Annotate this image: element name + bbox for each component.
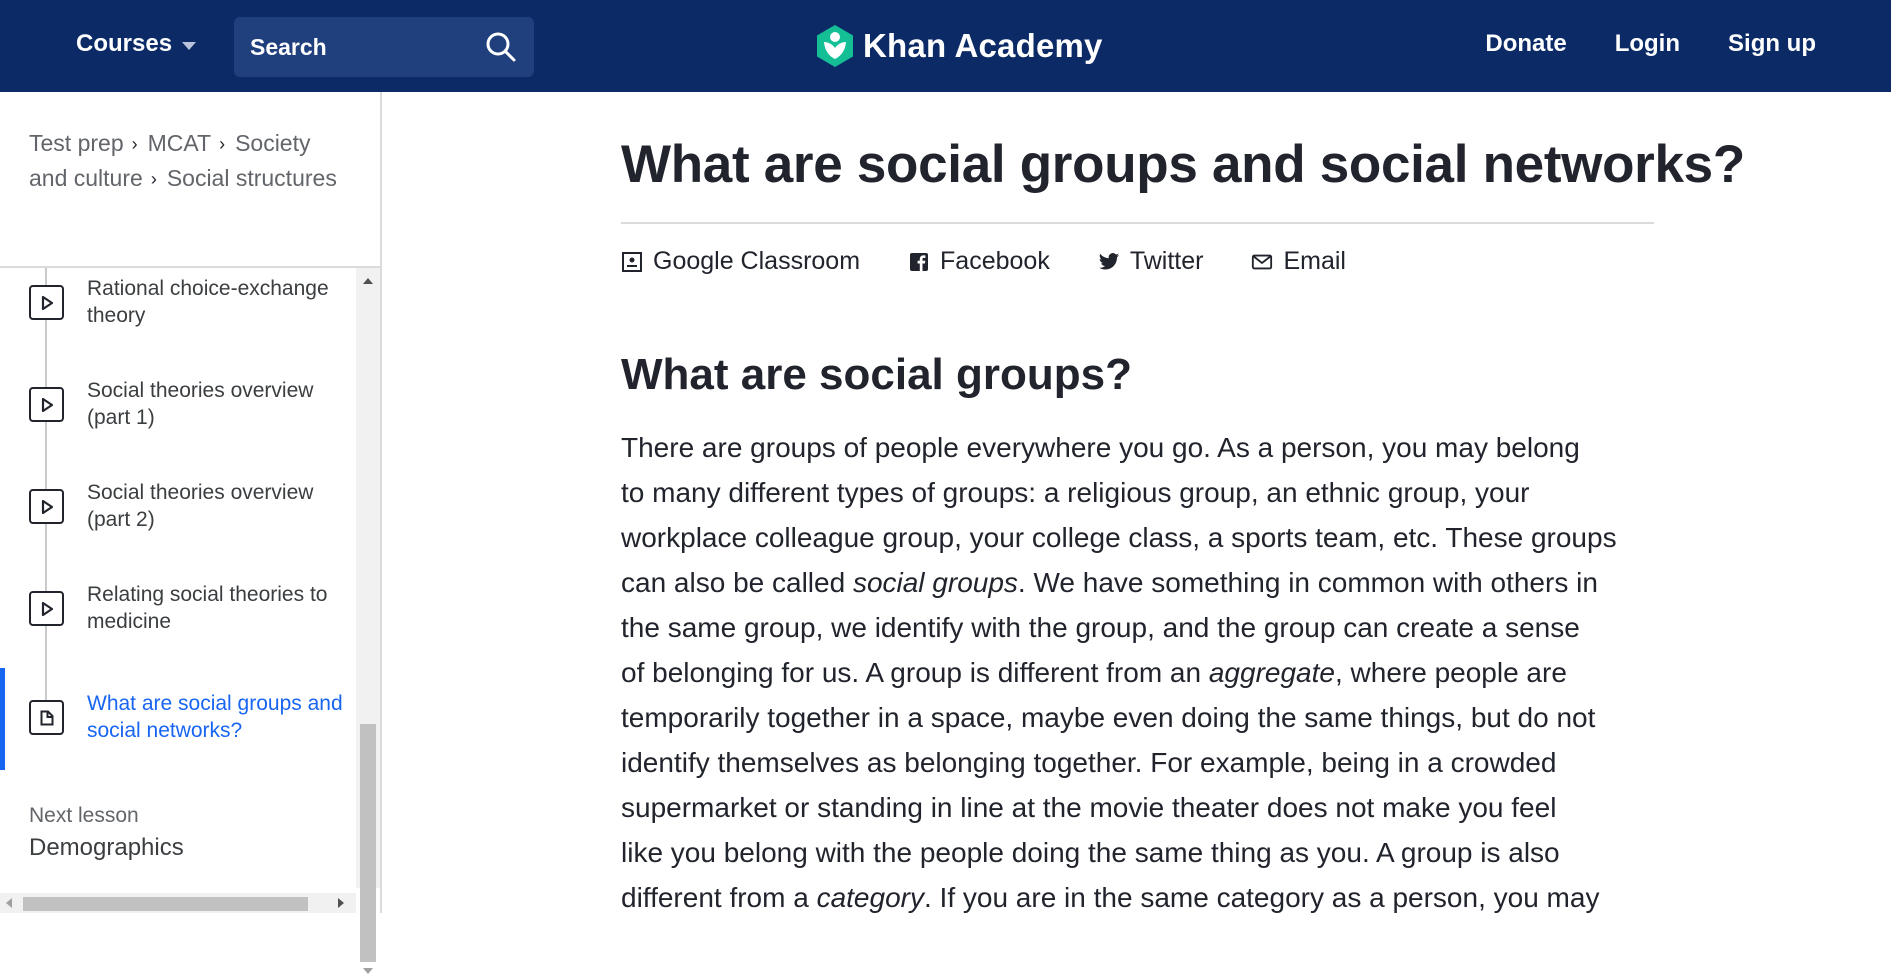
share-email-button[interactable]: Email [1251, 247, 1346, 276]
page-title: What are social groups and social networ… [621, 135, 1745, 194]
video-play-icon [29, 285, 64, 320]
chevron-right-icon: › [150, 169, 157, 189]
lesson-item[interactable]: Relating social theories to medicine [0, 576, 356, 676]
breadcrumb-test-prep[interactable]: Test prep [29, 130, 124, 156]
login-link[interactable]: Login [1615, 30, 1680, 58]
paragraph-line: temporarily together in a space, maybe e… [621, 702, 1596, 733]
share-facebook-label: Facebook [940, 247, 1050, 275]
text-run: different from a [621, 882, 817, 913]
scrollbar-thumb[interactable] [360, 724, 376, 962]
paragraph-line: supermarket or standing in line at the m… [621, 792, 1557, 823]
sidebar-vertical-scrollbar[interactable] [356, 268, 380, 974]
lesson-item-active[interactable]: What are social groups and social networ… [0, 668, 356, 770]
donate-link[interactable]: Donate [1485, 30, 1566, 58]
share-twitter-label: Twitter [1129, 247, 1204, 275]
search-label: Search [250, 33, 327, 60]
courses-label: Courses [76, 30, 173, 57]
emphasized-term: aggregate [1208, 657, 1335, 688]
khan-academy-logo-icon [817, 25, 853, 67]
chevron-down-icon [182, 41, 197, 50]
paragraph-line: different from a category. If you are in… [621, 875, 1661, 920]
emphasized-term: social groups [852, 567, 1018, 598]
email-icon [1252, 254, 1273, 269]
text-run: , where people are [1334, 657, 1567, 688]
article-icon [29, 700, 64, 735]
share-email-label: Email [1283, 247, 1346, 275]
lesson-item[interactable]: Rational choice-exchange theory [0, 270, 356, 370]
share-google-classroom-button[interactable]: Google Classroom [621, 247, 860, 276]
breadcrumb: Test prep › MCAT › Society and culture › Socia… [29, 126, 349, 196]
text-run: . We have something in common with other… [1017, 567, 1598, 598]
video-play-icon [29, 387, 64, 422]
scroll-up-arrow-icon[interactable] [363, 278, 373, 284]
paragraph-line: can also be called social groups. We hav… [621, 560, 1661, 605]
breadcrumb-mcat[interactable]: MCAT [148, 130, 211, 156]
lesson-item-label: Social theories overview (part 1) [87, 379, 314, 429]
share-bar: Google Classroom Facebook Twitter Email [621, 247, 1346, 276]
lesson-item[interactable]: Social theories overview (part 2) [0, 474, 356, 574]
next-lesson-link[interactable]: Demographics [29, 834, 184, 862]
search-icon [486, 32, 516, 62]
section-heading: What are social groups? [621, 350, 1132, 399]
paragraph-line: to many different types of groups: a rel… [621, 477, 1530, 508]
chevron-right-icon: › [219, 134, 226, 154]
scroll-down-arrow-icon[interactable] [363, 968, 373, 974]
lesson-item-label: Social theories overview (part 2) [87, 481, 314, 531]
scroll-right-arrow-icon[interactable] [338, 898, 344, 908]
facebook-icon [910, 252, 929, 271]
google-classroom-icon [622, 251, 642, 272]
share-google-classroom-label: Google Classroom [653, 247, 861, 275]
scrollbar-thumb[interactable] [23, 897, 308, 911]
brand-name: Khan Academy [863, 27, 1103, 64]
search-input[interactable]: Search [234, 17, 534, 77]
text-run: can also be called [621, 567, 853, 598]
text-run: of belonging for us. A group is differen… [621, 657, 1209, 688]
paragraph-line: identify themselves as belonging togethe… [621, 747, 1557, 778]
article-paragraph: There are groups of people everywhere yo… [621, 425, 1661, 920]
lesson-item-label: Relating social theories to medicine [87, 583, 328, 633]
signup-link[interactable]: Sign up [1728, 30, 1816, 58]
paragraph-line: There are groups of people everywhere yo… [621, 432, 1580, 463]
lesson-list: Rational choice-exchange theory Social t… [0, 268, 356, 772]
paragraph-line: like you belong with the people doing th… [621, 837, 1560, 868]
video-play-icon [29, 591, 64, 626]
sidebar-horizontal-scrollbar[interactable] [0, 893, 356, 913]
sidebar: Test prep › MCAT › Society and culture › Socia… [0, 92, 382, 974]
emphasized-term: category [816, 882, 924, 913]
active-indicator [0, 668, 5, 770]
text-run: . If you are in the same category as a p… [923, 882, 1600, 913]
video-play-icon [29, 489, 64, 524]
share-facebook-button[interactable]: Facebook [908, 247, 1050, 276]
breadcrumb-social-structures[interactable]: Social structures [167, 165, 337, 191]
scroll-left-arrow-icon[interactable] [6, 898, 12, 908]
khan-academy-logo-link[interactable]: Khan Academy [815, 24, 1103, 68]
paragraph-line: workplace colleague group, your college … [621, 522, 1617, 553]
courses-menu-button[interactable]: Courses [76, 30, 197, 58]
lesson-item-label: Rational choice-exchange theory [87, 277, 329, 327]
chevron-right-icon: › [131, 134, 138, 154]
lesson-item-label: What are social groups and social networ… [87, 692, 343, 742]
twitter-icon [1098, 252, 1119, 270]
paragraph-line: of belonging for us. A group is differen… [621, 650, 1661, 695]
share-twitter-button[interactable]: Twitter [1098, 247, 1204, 276]
title-divider [621, 222, 1654, 224]
lesson-item[interactable]: Social theories overview (part 1) [0, 372, 356, 472]
next-lesson-label: Next lesson [29, 804, 139, 827]
paragraph-line: the same group, we identify with the gro… [621, 612, 1580, 643]
top-navigation-bar: Courses Search Khan Academy Donate Login… [0, 0, 1891, 92]
